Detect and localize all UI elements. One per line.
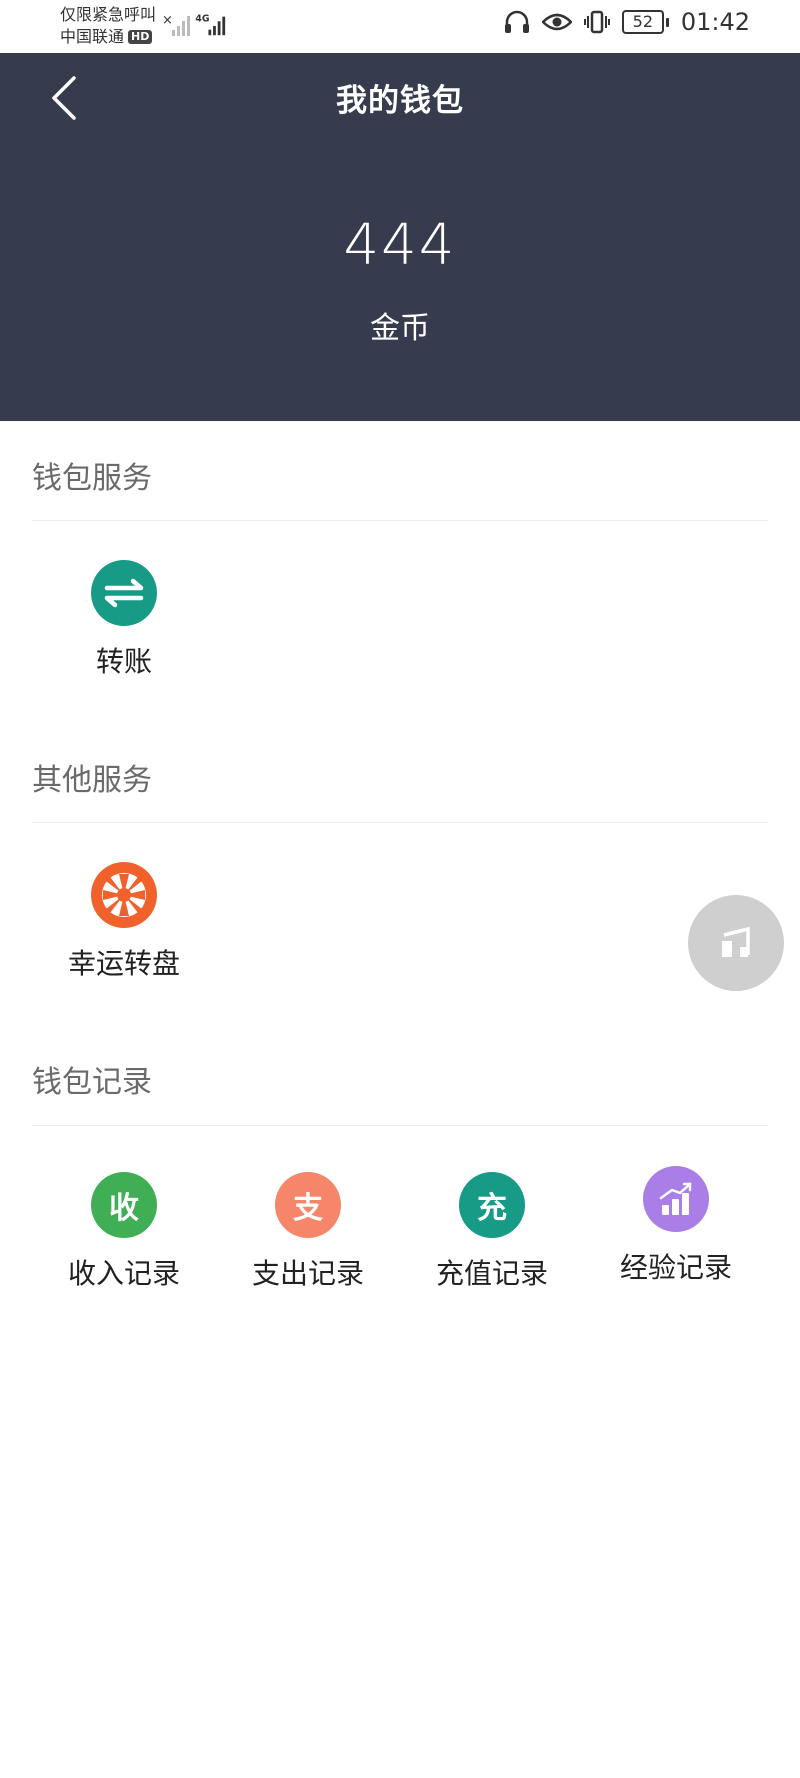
svg-text:×: × bbox=[162, 13, 173, 28]
signal-icon: 4G bbox=[195, 13, 226, 36]
recharge-records-button[interactable]: 充 充值记录 bbox=[400, 1172, 584, 1292]
section-title-other-services: 其他服务 bbox=[32, 763, 152, 798]
expense-records-button[interactable]: 支 支出记录 bbox=[216, 1172, 400, 1292]
expense-records-label: 支出记录 bbox=[251, 1257, 364, 1290]
coin-balance: 444 bbox=[343, 213, 457, 278]
no-signal-icon: × bbox=[162, 13, 190, 36]
battery-level: 52 bbox=[621, 10, 664, 34]
divider bbox=[32, 822, 768, 823]
svg-text:4G: 4G bbox=[195, 13, 209, 24]
experience-records-button[interactable]: 经验记录 bbox=[584, 1166, 768, 1286]
music-note-icon bbox=[722, 926, 750, 957]
coin-unit: 金币 bbox=[370, 311, 430, 346]
income-icon: 收 bbox=[91, 1172, 157, 1238]
divider bbox=[32, 520, 768, 521]
divider bbox=[32, 1125, 768, 1126]
section-title-wallet-services: 钱包服务 bbox=[32, 461, 152, 496]
recharge-icon: 充 bbox=[459, 1172, 525, 1238]
carrier-info: 仅限紧急呼叫 中国联通 HD bbox=[60, 4, 156, 48]
lucky-wheel-button[interactable]: 幸运转盘 bbox=[32, 862, 216, 982]
floating-music-button[interactable] bbox=[688, 895, 784, 991]
wheel-icon bbox=[91, 862, 157, 928]
transfer-icon bbox=[91, 560, 157, 626]
bar-chart-icon bbox=[643, 1166, 709, 1232]
status-bar: 仅限紧急呼叫 中国联通 HD × 4G 52 01:42 bbox=[0, 0, 800, 53]
transfer-label: 转账 bbox=[95, 645, 152, 678]
clock: 01:42 bbox=[680, 8, 750, 36]
recharge-records-label: 充值记录 bbox=[435, 1257, 548, 1290]
transfer-button[interactable]: 转账 bbox=[32, 560, 216, 680]
section-title-wallet-records: 钱包记录 bbox=[32, 1065, 152, 1100]
expense-icon: 支 bbox=[275, 1172, 341, 1238]
hd-badge: HD bbox=[128, 30, 153, 44]
wallet-header: 我的钱包 444 金币 bbox=[0, 53, 800, 421]
experience-records-label: 经验记录 bbox=[619, 1251, 732, 1284]
carrier-line1: 仅限紧急呼叫 bbox=[60, 5, 157, 24]
income-records-label: 收入记录 bbox=[67, 1257, 180, 1290]
income-records-button[interactable]: 收 收入记录 bbox=[32, 1172, 216, 1292]
eye-icon bbox=[541, 13, 572, 31]
page-title: 我的钱包 bbox=[336, 83, 464, 119]
vibrate-icon bbox=[583, 10, 610, 34]
lucky-wheel-label: 幸运转盘 bbox=[67, 947, 180, 980]
carrier-line2: 中国联通 bbox=[60, 27, 125, 46]
headphones-icon bbox=[504, 10, 529, 33]
battery-icon: 52 bbox=[621, 10, 669, 34]
